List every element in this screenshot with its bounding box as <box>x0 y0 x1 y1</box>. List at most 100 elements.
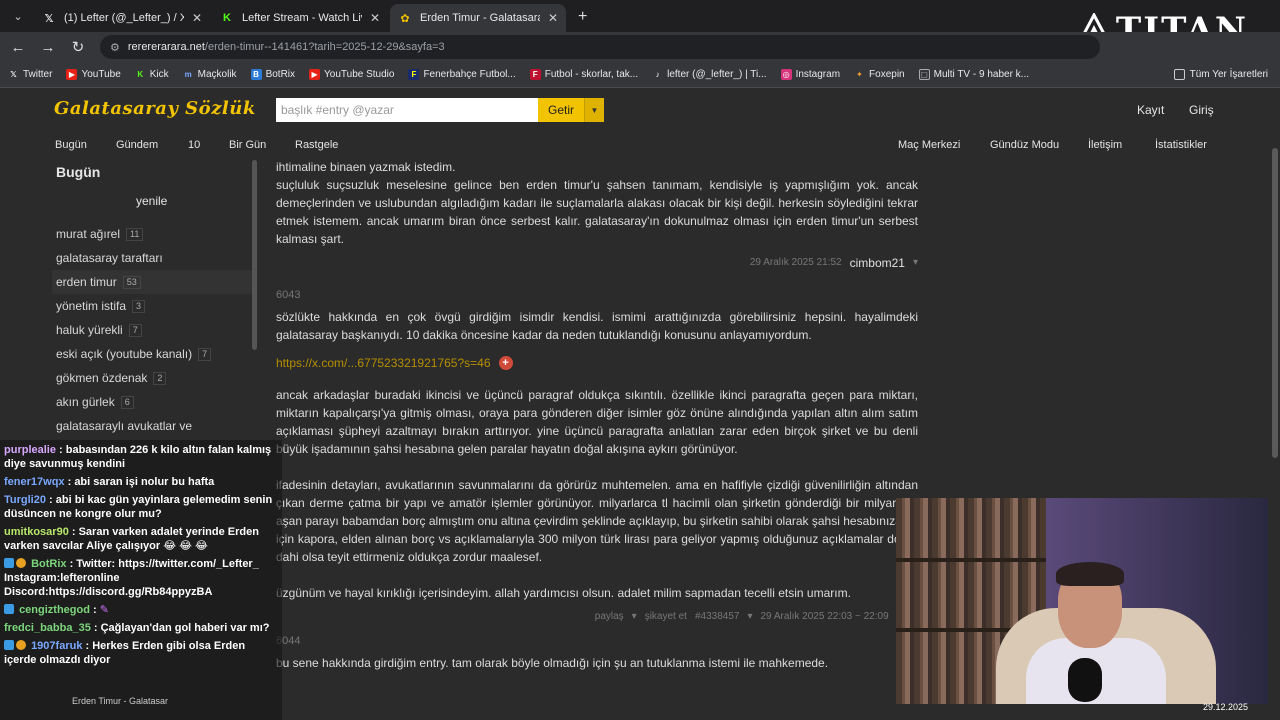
entry-date[interactable]: 29 Aralık 2025 21:52 <box>750 254 842 272</box>
forward-arrow-icon[interactable]: → <box>36 35 60 59</box>
reload-icon[interactable]: ↻ <box>66 35 90 59</box>
topic-item[interactable]: akın gürlek 6 <box>56 390 252 414</box>
entry-link-row: https://x.com/...677523321921765?s=46 + <box>276 354 918 372</box>
tab-search-icon[interactable]: ⌄ <box>4 2 32 30</box>
topic-item[interactable]: eski açık (youtube kanalı) 7 <box>56 342 252 366</box>
tab-title: Lefter Stream - Watch Live on K <box>242 12 362 24</box>
entry-id[interactable]: #4338457 <box>695 608 740 626</box>
nav-mac-merkezi[interactable]: Maç Merkezi <box>898 139 960 151</box>
close-icon[interactable]: ✕ <box>192 11 202 25</box>
mackolik-icon: m <box>184 70 192 79</box>
entry-meta: 29 Aralık 2025 21:52 cimbom21 ▾ <box>276 254 918 272</box>
entry-date[interactable]: 29 Aralık 2025 22:03 ~ 22:09 <box>760 608 888 626</box>
x-logo-icon: 𝕏 <box>44 12 54 25</box>
close-icon[interactable]: ✕ <box>370 11 380 25</box>
bookmark-foxepin[interactable]: ✦ Foxepin <box>854 69 904 80</box>
nav-rastgele[interactable]: Rastgele <box>295 139 338 151</box>
galatasaray-logo-icon: ✿ <box>400 12 410 25</box>
url-path: /erden-timur--141461?tarih=2025-12-29&sa… <box>204 41 445 53</box>
bookmark-youtube-studio[interactable]: ▶ YouTube Studio <box>309 69 394 80</box>
topic-item[interactable]: murat ağırel 11 <box>56 222 252 246</box>
topic-item-active[interactable]: erden timur 53 <box>52 270 252 294</box>
topic-label: eski açık (youtube kanalı) <box>56 347 193 361</box>
register-link[interactable]: Kayıt <box>1137 103 1164 117</box>
share-link[interactable]: paylaş <box>595 608 624 626</box>
bookmark-youtube[interactable]: ▶ YouTube <box>66 69 121 80</box>
site-info-icon[interactable]: ⚙ <box>110 41 120 54</box>
topic-item[interactable]: gökmen özdenak 2 <box>56 366 252 390</box>
bookmark-fenerbahce[interactable]: F Fenerbahçe Futbol... <box>408 69 516 80</box>
page-scrollbar[interactable] <box>1272 148 1278 458</box>
caret-down-icon[interactable]: ▾ <box>747 608 752 626</box>
login-link[interactable]: Giriş <box>1189 103 1214 117</box>
browser-toolbar: ← → ↻ ⚙ rerererarara.net/erden-timur--14… <box>0 32 1280 62</box>
entry-link[interactable]: https://x.com/...677523321921765?s=46 <box>276 354 491 372</box>
bookmark-multitv[interactable]: ▢ Multi TV - 9 haber k... <box>918 69 1029 80</box>
x-logo-icon: 𝕏 <box>10 70 17 79</box>
address-bar[interactable]: ⚙ rerererarara.net/erden-timur--141461?t… <box>100 35 1100 59</box>
taskbar-window-title[interactable]: Erden Timur - Galatasar <box>72 696 168 706</box>
chat-username: umitkosar90 <box>4 526 69 538</box>
site-logo[interactable]: Galatasaray Sözlük <box>54 98 256 119</box>
chat-message: fredci_babba_35 : Çağlayan'dan gol haber… <box>4 622 270 634</box>
report-link[interactable]: şikayet et <box>645 608 687 626</box>
entry-author[interactable]: cimbom21 <box>850 254 905 272</box>
sidebar-title: Bugün <box>56 164 101 180</box>
webcam-overlay <box>896 498 1268 704</box>
close-icon[interactable]: ✕ <box>548 11 558 25</box>
subscriber-badge-icon <box>4 640 14 650</box>
tab-galatasaray-sozluk[interactable]: ✿ Erden Timur - Galatasaray Sözlük ✕ <box>390 4 566 32</box>
bookmark-label: BotRix <box>265 69 296 80</box>
youtube-icon: ▶ <box>66 69 78 80</box>
search-options-dropdown[interactable]: ▼ <box>584 98 604 122</box>
topic-item[interactable]: haluk yürekli 7 <box>56 318 252 342</box>
nav-iletisim[interactable]: İletişim <box>1088 139 1122 151</box>
bookmark-futbol[interactable]: F Futbol - skorlar, tak... <box>529 69 638 80</box>
entry-number: 6044 <box>276 635 301 647</box>
search-button[interactable]: Getir <box>538 98 584 122</box>
microphone-image <box>1068 658 1102 702</box>
tab-kick[interactable]: K Lefter Stream - Watch Live on K ✕ <box>212 4 388 32</box>
bookmark-twitter[interactable]: 𝕏 Twitter <box>8 69 52 80</box>
nav-10[interactable]: 10 <box>188 139 200 151</box>
new-tab-plus-icon[interactable]: + <box>568 8 597 32</box>
tab-twitter[interactable]: 𝕏 (1) Lefter (@_Lefter_) / X ✕ <box>34 4 210 32</box>
expand-plus-icon[interactable]: + <box>498 356 513 370</box>
search-input[interactable]: başlık #entry @yazar <box>276 98 538 122</box>
topic-item[interactable]: galatasaray taraftarı <box>56 246 252 270</box>
chat-username: purplealie <box>4 444 56 456</box>
bookmark-label: Maçkolik <box>197 69 237 80</box>
chat-text: abi saran işi nolur bu hafta <box>74 476 215 488</box>
sidebar-scrollbar[interactable] <box>252 160 257 350</box>
chat-username: 1907faruk <box>31 640 83 652</box>
search-bar: başlık #entry @yazar Getir ▼ <box>276 98 604 122</box>
chat-message: Turgli20 : abi bi kac gün yayinlara gele… <box>4 494 273 520</box>
bookmarks-bar: 𝕏 Twitter ▶ YouTube K Kick m Maçkolik B BotRi… <box>0 62 1280 88</box>
nav-gundem[interactable]: Gündem <box>116 139 158 151</box>
bookmark-botrix[interactable]: B BotRix <box>250 69 296 80</box>
kick-logo-icon: K <box>223 12 231 24</box>
topic-label: murat ağırel <box>56 227 121 241</box>
nav-bir-gun[interactable]: Bir Gün <box>229 139 266 151</box>
bookmark-instagram[interactable]: ◎ Instagram <box>780 69 840 80</box>
nav-bugun[interactable]: Bugün <box>55 139 87 151</box>
bookmark-mackolik[interactable]: m Maçkolik <box>183 69 237 80</box>
bookmark-tiktok[interactable]: ♪ lefter (@_lefter_) | Ti... <box>652 69 767 80</box>
bookmark-kick[interactable]: K Kick <box>135 69 168 80</box>
topic-label: yönetim istifa <box>56 299 127 313</box>
entry-meta: paylaş ▾ şikayet et #4338457 ▾ 29 Aralık 2… <box>276 608 918 626</box>
caret-down-icon[interactable]: ▾ <box>632 608 637 626</box>
nav-istatistikler[interactable]: İstatistikler <box>1155 139 1207 151</box>
fenerbahce-icon: F <box>408 69 420 80</box>
topic-item[interactable]: galatasaraylı avukatlar ve <box>56 414 252 438</box>
bookmark-label: Tüm Yer İşaretleri <box>1189 69 1268 80</box>
back-arrow-icon[interactable]: ← <box>6 35 30 59</box>
nav-gunduz-modu[interactable]: Gündüz Modu <box>990 139 1059 151</box>
taskbar-date: 29.12.2025 <box>1202 702 1248 712</box>
bookmark-folder-all[interactable]: Tüm Yer İşaretleri <box>1173 69 1268 80</box>
refresh-link[interactable]: yenile <box>136 194 167 208</box>
topic-count: 6 <box>120 395 134 409</box>
site-nav: Bugün Gündem 10 Bir Gün Rastgele Maç Mer… <box>0 132 1280 158</box>
caret-down-icon[interactable]: ▾ <box>913 254 918 272</box>
topic-item[interactable]: yönetim istifa 3 <box>56 294 252 318</box>
